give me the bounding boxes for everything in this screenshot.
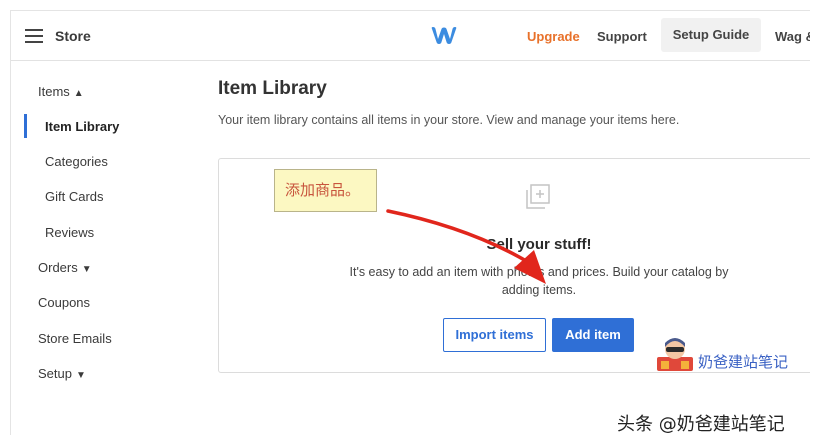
page-title: Item Library xyxy=(218,78,327,99)
avatar-icon xyxy=(657,338,693,371)
store-title: Store xyxy=(55,28,91,44)
sidebar: Items ▲ Item Library Categories Gift Card… xyxy=(11,62,201,435)
menu-icon[interactable] xyxy=(25,29,43,43)
empty-state-text: It's easy to add an item with photos and… xyxy=(339,263,739,299)
active-indicator xyxy=(24,114,27,138)
weebly-logo-icon[interactable] xyxy=(429,23,459,47)
chevron-down-icon: ▼ xyxy=(81,264,92,275)
add-item-button[interactable]: Add item xyxy=(552,318,634,352)
sidebar-item-categories[interactable]: Categories xyxy=(45,154,108,169)
empty-state-text-line2: adding items. xyxy=(501,283,577,297)
badge-text: 奶爸建站笔记 xyxy=(698,353,789,371)
sidebar-item-setup[interactable]: Setup ▼ xyxy=(38,366,86,381)
sidebar-item-gift-cards[interactable]: Gift Cards xyxy=(45,189,104,204)
sidebar-item-orders[interactable]: Orders ▼ xyxy=(38,260,92,275)
sidebar-item-item-library[interactable]: Item Library xyxy=(45,119,119,134)
empty-state-heading: Sell your stuff! xyxy=(486,236,592,253)
empty-state-text-line1: It's easy to add an item with photos and… xyxy=(349,265,729,279)
upgrade-link[interactable]: Upgrade xyxy=(527,29,580,44)
annotation-note: 添加商品。 xyxy=(274,169,377,212)
top-bar: Store Upgrade Support Setup Guide Wag & xyxy=(11,11,810,61)
user-menu[interactable]: Wag & xyxy=(775,29,810,44)
chevron-up-icon: ▲ xyxy=(73,88,84,99)
chevron-down-icon: ▼ xyxy=(75,370,86,381)
setup-guide-button[interactable]: Setup Guide xyxy=(661,18,761,52)
sidebar-item-reviews[interactable]: Reviews xyxy=(45,225,94,240)
sidebar-item-coupons[interactable]: Coupons xyxy=(38,295,90,310)
sidebar-item-items[interactable]: Items ▲ xyxy=(38,84,84,99)
support-link[interactable]: Support xyxy=(597,29,647,44)
watermark: 头条 @奶爸建站笔记 xyxy=(617,414,785,435)
page-description: Your item library contains all items in … xyxy=(218,113,680,127)
import-items-button[interactable]: Import items xyxy=(443,318,546,352)
sidebar-item-store-emails[interactable]: Store Emails xyxy=(38,331,112,346)
add-square-icon xyxy=(526,184,550,209)
